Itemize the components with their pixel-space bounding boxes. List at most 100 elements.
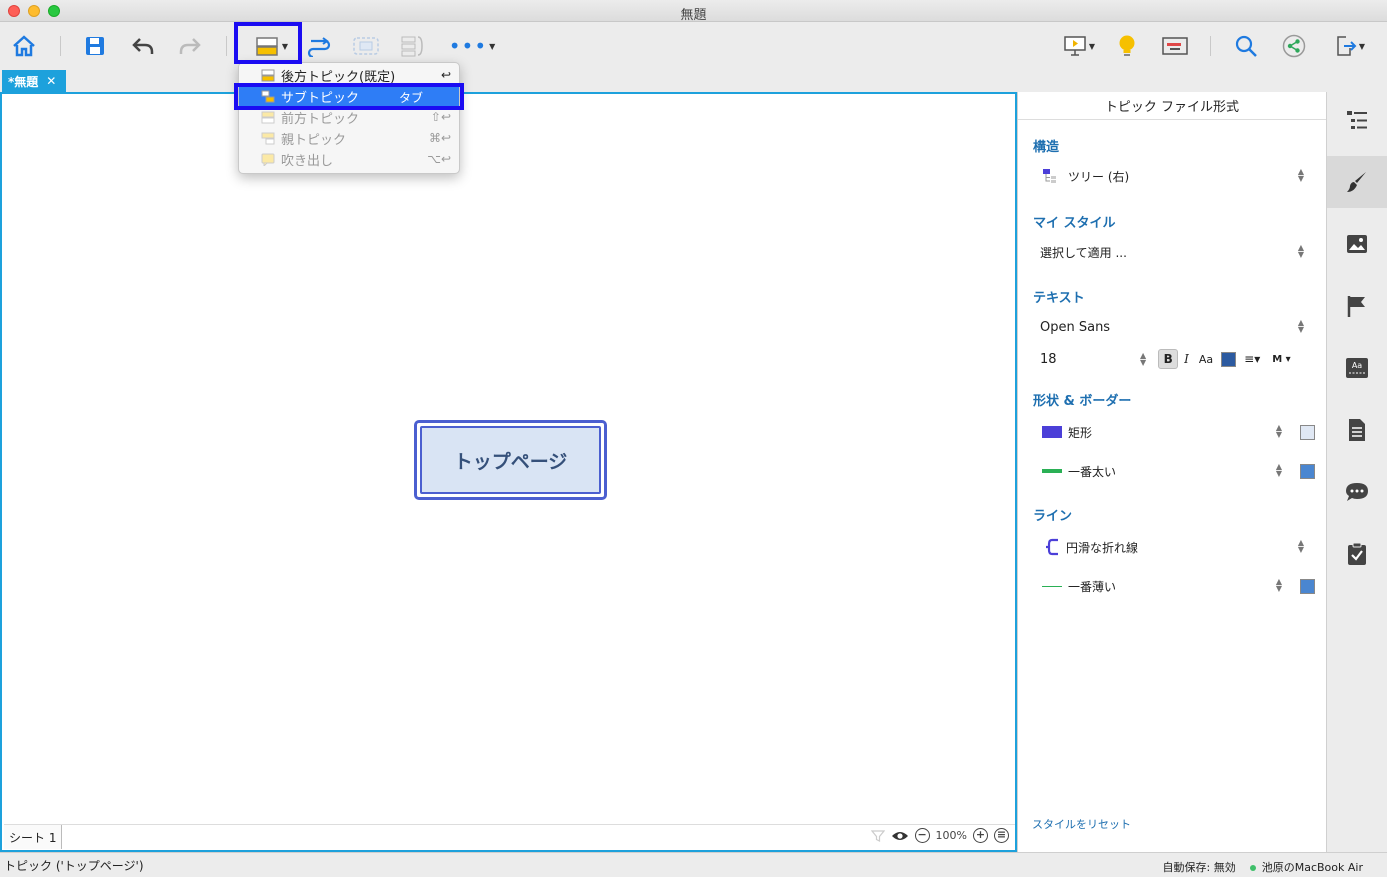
border-color-swatch[interactable] [1300, 464, 1315, 479]
brush-icon [1347, 172, 1366, 192]
bold-button[interactable]: B [1158, 349, 1179, 369]
clipboard-check-icon [1348, 542, 1366, 565]
tab-untitled[interactable]: *無題 ✕ [2, 70, 66, 92]
menu-item-subtopic[interactable]: サブトピック タブ [239, 86, 459, 107]
border-thick-icon [1042, 469, 1062, 473]
close-icon[interactable]: ✕ [46, 74, 56, 88]
line-weight-value: 一番薄い [1068, 579, 1117, 594]
line-weight-select[interactable]: 一番薄い ▲ ▼ [1040, 575, 1315, 597]
outline-icon [1347, 111, 1367, 129]
share-button[interactable] [1280, 32, 1308, 60]
flag-icon [1347, 296, 1365, 317]
section-line-heading: ライン [1033, 509, 1073, 524]
italic-button[interactable]: I [1184, 352, 1189, 366]
line-weight-stepper-icon: ▲ ▼ [1275, 577, 1282, 593]
lightbulb-icon [1119, 35, 1135, 56]
fit-map-button[interactable]: ≡ [994, 828, 1009, 843]
sidebar-image-button[interactable] [1327, 218, 1387, 270]
sidebar-comment-button[interactable] [1327, 466, 1387, 518]
sidebar-task-button[interactable] [1327, 528, 1387, 580]
line-thin-icon [1042, 585, 1062, 587]
home-button[interactable] [10, 32, 38, 60]
sidebar-note-button[interactable] [1327, 404, 1387, 456]
text-color-swatch[interactable] [1221, 351, 1237, 367]
sidebar-sticker-button[interactable]: Aa [1327, 342, 1387, 394]
zoom-controls: − 100% + ≡ [870, 828, 1009, 843]
chevron-down-icon: ▼ [1088, 41, 1096, 51]
gantt-button[interactable] [1160, 32, 1190, 60]
save-icon [86, 37, 104, 55]
presentation-icon [1064, 36, 1086, 56]
zoom-in-button[interactable]: + [973, 828, 988, 843]
toolbar-separator [60, 36, 61, 56]
menu-item-after-topic[interactable]: 後方トピック(既定) ↩ [239, 65, 459, 86]
document-tab-bar: *無題 ✕ [0, 70, 1015, 92]
shape-select[interactable]: 矩形 ▲ ▼ [1040, 421, 1315, 443]
export-button[interactable]: ▼ [1326, 32, 1372, 60]
zoom-out-button[interactable]: − [914, 828, 930, 843]
more-button[interactable]: ••• ▼ [449, 32, 496, 60]
border-select[interactable]: 一番太い ▲ ▼ [1040, 460, 1315, 482]
align-icon[interactable]: ≡▾ [1244, 352, 1260, 366]
boundary-icon [353, 37, 379, 55]
sheet-tab[interactable]: シート 1 [4, 824, 63, 849]
font-size-stepper-icon[interactable]: ▲ ▼ [1140, 352, 1146, 367]
structure-select[interactable]: ツリー (右) ▲ ▼ [1040, 165, 1308, 187]
font-size-row: 18 ▲ ▼ B I Aa ≡▾ M ▾ [1040, 348, 1308, 370]
undo-icon [132, 38, 154, 54]
menu-item-callout[interactable]: 吹き出し ⌥↩ [239, 149, 459, 170]
status-right: 自動保存: 無効 池原のMacBook Air [1163, 859, 1363, 875]
undo-button[interactable] [130, 32, 156, 60]
comment-icon [1346, 483, 1368, 501]
text-box-icon: Aa [1346, 358, 1368, 378]
font-family-stepper-icon: ▲ ▼ [1297, 318, 1304, 334]
autosave-status[interactable]: 自動保存: 無効 [1163, 859, 1236, 875]
sidebar-format-button[interactable] [1327, 156, 1387, 208]
save-button[interactable] [82, 32, 108, 60]
toolbar-separator [1210, 36, 1211, 56]
search-button[interactable] [1232, 32, 1260, 60]
redo-button[interactable] [177, 32, 203, 60]
border-stepper-icon: ▲ ▼ [1275, 462, 1282, 478]
insert-topic-button[interactable]: ▼ [246, 32, 296, 60]
mystyle-stepper-icon: ▲ ▼ [1297, 243, 1304, 259]
line-style-select[interactable]: 円滑な折れ線 ▲ ▼ [1040, 536, 1308, 558]
fill-color-swatch[interactable] [1300, 425, 1315, 440]
line-color-swatch[interactable] [1300, 579, 1315, 594]
eye-icon[interactable] [891, 829, 909, 843]
sidebar-marker-button[interactable] [1327, 280, 1387, 332]
mystyle-select[interactable]: 選択して適用 ... ▲ ▼ [1040, 241, 1308, 263]
central-topic-label: トップページ [420, 426, 601, 494]
panel-title: トピック ファイル形式 [1018, 92, 1326, 120]
reset-style-link[interactable]: スタイルをリセット [1032, 816, 1131, 832]
text-case-button[interactable]: Aa [1199, 353, 1213, 366]
chevron-down-icon: ▼ [281, 41, 289, 51]
elbow-line-icon [1046, 538, 1058, 556]
brainstorm-button[interactable] [1114, 32, 1140, 60]
central-topic[interactable]: トップページ [414, 420, 607, 500]
presentation-button[interactable]: ▼ [1056, 32, 1102, 60]
font-size-value[interactable]: 18 [1040, 352, 1140, 367]
after-topic-icon [261, 69, 275, 82]
toolbar-separator [226, 36, 227, 56]
status-selection: トピック ('トップページ') [4, 859, 144, 873]
section-mystyle-heading: マイ スタイル [1033, 216, 1116, 231]
menu-item-before-topic[interactable]: 前方トピック ⇧↩ [239, 107, 459, 128]
summary-button[interactable] [398, 32, 428, 60]
filter-icon[interactable] [870, 829, 885, 843]
relationship-button[interactable] [305, 32, 333, 60]
online-dot-icon [1249, 865, 1256, 871]
zoom-level: 100% [935, 829, 967, 842]
font-family-value: Open Sans [1040, 319, 1111, 335]
menu-item-parent-topic[interactable]: 親トピック ⌘↩ [239, 128, 459, 149]
before-topic-icon [261, 111, 275, 124]
boundary-button[interactable] [352, 32, 380, 60]
subtopic-icon [261, 90, 275, 103]
mindmap-canvas[interactable]: トップページ シート 1 − 100% + ≡ [0, 92, 1017, 852]
more-text-options[interactable]: M ▾ [1272, 354, 1290, 365]
section-text-heading: テキスト [1033, 291, 1085, 306]
font-family-select[interactable]: Open Sans ▲ ▼ [1040, 316, 1308, 338]
sidebar-outline-button[interactable] [1327, 94, 1387, 146]
device-status: 池原のMacBook Air [1249, 859, 1363, 875]
section-shape-heading: 形状 & ボーダー [1033, 394, 1132, 409]
